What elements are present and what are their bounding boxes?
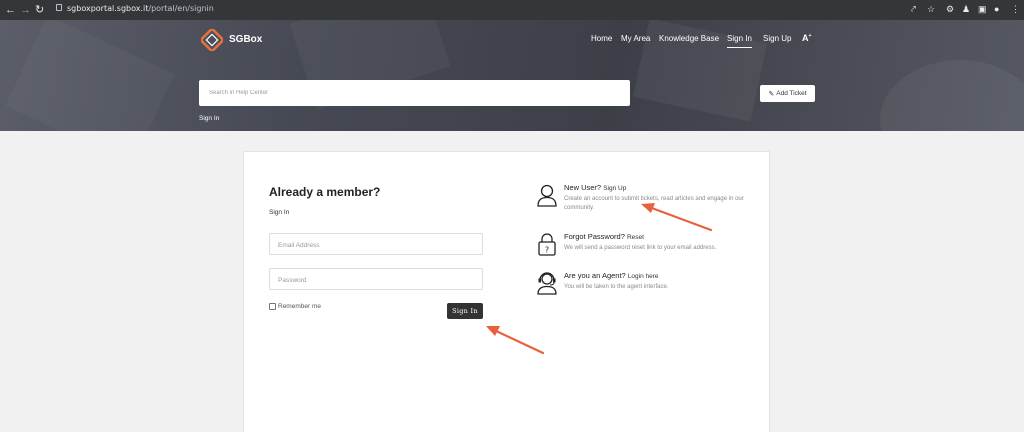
search-box[interactable] xyxy=(199,80,630,106)
user-icon xyxy=(537,184,557,207)
remember-me[interactable]: Remember me xyxy=(269,303,321,310)
nav-sign-up[interactable]: Sign Up xyxy=(763,34,791,43)
padlock-icon: ? xyxy=(538,233,556,256)
headset-icon xyxy=(537,272,557,295)
logo-text[interactable]: SGBox xyxy=(229,34,262,45)
sign-in-button[interactable]: Sign In xyxy=(447,303,483,319)
nav-home[interactable]: Home xyxy=(591,34,612,43)
forgot-desc: We will send a password reset link to yo… xyxy=(564,245,717,251)
search-input[interactable] xyxy=(199,80,630,106)
remember-checkbox[interactable] xyxy=(269,303,276,310)
nav-my-area[interactable]: My Area xyxy=(621,34,650,43)
address-bar[interactable]: sgboxportal.sgbox.it/portal/en/signin xyxy=(67,4,214,13)
signin-subtitle: Sign In xyxy=(269,209,290,216)
share-icon[interactable]: ⤤ xyxy=(911,4,916,15)
profile-icon[interactable]: ♟ xyxy=(962,4,970,15)
email-input[interactable] xyxy=(270,235,482,256)
add-ticket-button[interactable]: ✎ Add Ticket xyxy=(760,85,815,102)
font-size-toggle[interactable]: A+ xyxy=(802,33,811,43)
star-icon[interactable]: ☆ xyxy=(927,4,935,15)
sign-up-link[interactable]: Sign Up xyxy=(603,185,626,192)
signin-card: Already a member? Sign In Remember me Si… xyxy=(243,151,770,432)
menu-icon[interactable]: ⋮ xyxy=(1011,4,1020,15)
hero-header: SGBox Home My Area Knowledge Base Sign I… xyxy=(0,20,1024,131)
forgot-title-text: Forgot Password? xyxy=(564,232,625,241)
password-field[interactable] xyxy=(269,268,483,291)
url-host: sgboxportal.sgbox.it xyxy=(67,4,149,13)
reload-icon[interactable]: ↻ xyxy=(35,3,44,17)
add-ticket-label: Add Ticket xyxy=(776,90,807,97)
new-user-desc: Create an account to submit tickets, rea… xyxy=(564,196,744,211)
background-decoration xyxy=(5,20,174,131)
agent-title: Are you an Agent? Login here xyxy=(564,271,659,280)
sgbox-logo-icon[interactable] xyxy=(201,29,223,51)
back-arrow-icon[interactable]: ← xyxy=(5,3,16,17)
remember-label: Remember me xyxy=(278,303,321,310)
new-user-title: New User? Sign Up xyxy=(564,183,626,192)
signin-title: Already a member? xyxy=(269,185,381,199)
forward-arrow-icon[interactable]: → xyxy=(20,3,31,17)
login-here-link[interactable]: Login here xyxy=(628,273,659,280)
email-field[interactable] xyxy=(269,233,483,256)
reset-link[interactable]: Reset xyxy=(627,234,644,241)
password-input[interactable] xyxy=(270,270,482,291)
nav-knowledge-base[interactable]: Knowledge Base xyxy=(659,34,719,43)
agent-title-text: Are you an Agent? xyxy=(564,271,626,280)
sidebar-icon[interactable]: ▣ xyxy=(978,4,987,15)
nav-sign-in[interactable]: Sign In xyxy=(727,34,752,48)
svg-text:?: ? xyxy=(545,246,549,255)
account-icon[interactable]: ● xyxy=(994,4,999,14)
ticket-icon: ✎ xyxy=(768,90,775,98)
new-user-title-text: New User? xyxy=(564,183,602,192)
background-decoration xyxy=(880,60,1024,131)
extensions-icon[interactable]: ⚙ xyxy=(946,4,954,15)
lock-icon[interactable] xyxy=(56,4,62,11)
agent-desc: You will be taken to the agent interface… xyxy=(564,284,669,290)
forgot-title: Forgot Password? Reset xyxy=(564,232,644,241)
url-path: /portal/en/signin xyxy=(148,4,214,13)
breadcrumb: Sign In xyxy=(199,115,220,122)
browser-toolbar: ← → ↻ sgboxportal.sgbox.it/portal/en/sig… xyxy=(0,0,1024,20)
